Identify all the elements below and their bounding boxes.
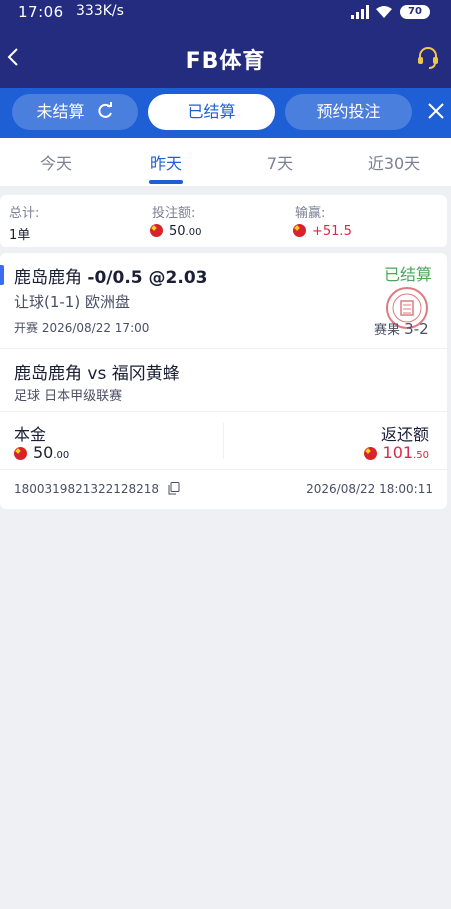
pl-label: 输赢:	[295, 206, 326, 221]
vertical-divider	[223, 423, 224, 459]
cny-currency-icon	[363, 447, 377, 460]
cellular-signal-icon	[351, 5, 369, 19]
order-id: 1800319821322128218	[14, 482, 180, 496]
bet-status-tabs: 未结算 已结算 预约投注	[0, 88, 451, 138]
principal-value: 50.00	[14, 443, 69, 462]
period-tabs: 今天 昨天 7天 近30天	[0, 138, 451, 186]
summary-panel: 总计: 1单 投注额: 50.00 输赢: +51.5	[0, 195, 447, 247]
match-result: 赛果 3-2	[374, 319, 429, 338]
bet-selection: 鹿岛鹿角 -0/0.5 @2.03	[14, 263, 207, 288]
return-label: 返还额	[380, 425, 429, 444]
return-dec: .50	[413, 450, 429, 461]
result-label: 赛果	[374, 323, 401, 338]
tab-settled[interactable]: 已结算	[148, 94, 275, 130]
cny-currency-icon	[150, 224, 163, 237]
page-title: FB体育	[185, 49, 266, 74]
match-name: 鹿岛鹿角 vs 福冈黄蜂	[14, 364, 180, 384]
status-bar: 17:06 333K/s 70	[0, 0, 451, 26]
stake-label: 投注额:	[152, 206, 196, 221]
tab-unsettled[interactable]: 未结算	[12, 94, 138, 130]
stake-int: 50	[169, 224, 186, 239]
bet-record-card[interactable]: 鹿岛鹿角 -0/0.5 @2.03 已结算 让球(1-1) 欧洲盘 开赛 202…	[0, 253, 447, 509]
pl-value: +51.5	[312, 224, 352, 239]
close-icon[interactable]	[425, 100, 447, 122]
divider	[0, 348, 447, 349]
result-score: 3-2	[404, 320, 429, 338]
tab-reserved-bets[interactable]: 预约投注	[285, 94, 412, 130]
selection-team: 鹿岛鹿角	[14, 268, 82, 288]
tab-unsettled-label: 未结算	[36, 102, 85, 121]
stake-dec: .00	[185, 227, 202, 238]
divider	[0, 469, 447, 470]
active-period-indicator	[149, 180, 183, 184]
cny-currency-icon	[14, 447, 27, 460]
stake-value: 50.00	[150, 224, 201, 239]
total-label: 总计:	[9, 206, 40, 221]
market-type: 让球(1-1) 欧洲盘	[14, 293, 130, 311]
order-id-text: 1800319821322128218	[14, 482, 160, 496]
status-time: 17:06	[18, 3, 64, 21]
principal-label: 本金	[14, 425, 47, 444]
refresh-icon[interactable]	[96, 102, 114, 120]
settled-status: 已结算	[384, 265, 433, 284]
kickoff-time: 开赛 2026/08/22 17:00	[14, 321, 150, 335]
cny-currency-icon	[293, 224, 306, 237]
return-value: 101.50	[363, 443, 429, 462]
league-name: 足球 日本甲级联赛	[14, 389, 123, 404]
period-7-days[interactable]: 7天	[224, 150, 336, 174]
total-value: 1单	[9, 228, 31, 243]
settled-time: 2026/08/22 18:00:11	[306, 482, 433, 496]
copy-icon[interactable]	[168, 482, 180, 495]
principal-dec: .00	[53, 450, 70, 461]
wifi-icon	[376, 6, 392, 18]
principal-int: 50	[33, 443, 54, 462]
period-today[interactable]: 今天	[0, 150, 112, 174]
app-header: FB体育	[0, 26, 451, 88]
network-speed: 333K/s	[76, 3, 124, 19]
period-yesterday[interactable]: 昨天	[110, 150, 222, 174]
period-30-days[interactable]: 近30天	[338, 150, 450, 174]
divider	[0, 411, 447, 412]
customer-service-icon[interactable]	[415, 45, 441, 71]
battery-indicator: 70	[400, 5, 430, 19]
handicap-odds: -0/0.5 @2.03	[87, 268, 208, 288]
pl-value-wrap: +51.5	[293, 224, 352, 239]
return-int: 101	[382, 443, 414, 462]
card-accent-bar	[0, 265, 4, 285]
